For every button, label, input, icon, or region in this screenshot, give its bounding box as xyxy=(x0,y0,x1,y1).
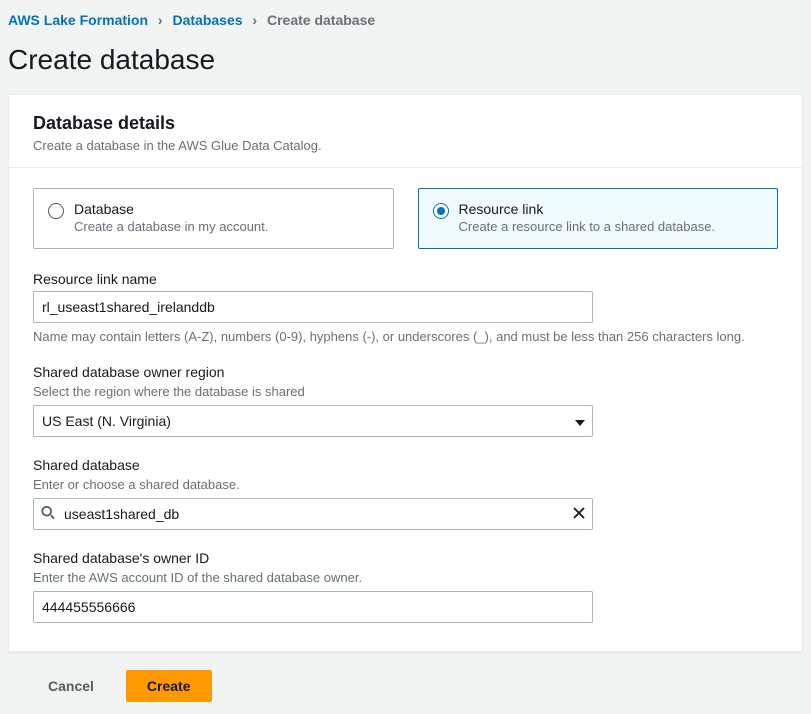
cancel-button[interactable]: Cancel xyxy=(28,670,114,702)
hint-owner-region: Select the region where the database is … xyxy=(33,384,778,399)
field-owner-region: Shared database owner region Select the … xyxy=(33,364,778,437)
label-owner-id: Shared database's owner ID xyxy=(33,550,778,566)
panel-title: Database details xyxy=(33,113,778,134)
label-owner-region: Shared database owner region xyxy=(33,364,778,380)
tile-resource-link[interactable]: Resource link Create a resource link to … xyxy=(418,188,779,249)
field-resource-link-name: Resource link name Name may contain lett… xyxy=(33,271,778,344)
database-details-panel: Database details Create a database in th… xyxy=(8,94,803,652)
tile-database[interactable]: Database Create a database in my account… xyxy=(33,188,394,249)
select-owner-region[interactable]: US East (N. Virginia) xyxy=(33,405,593,437)
tile-resource-link-title: Resource link xyxy=(459,201,716,217)
label-resource-link-name: Resource link name xyxy=(33,271,778,287)
tile-database-title: Database xyxy=(74,201,268,217)
field-owner-id: Shared database's owner ID Enter the AWS… xyxy=(33,550,778,623)
create-button[interactable]: Create xyxy=(126,670,212,702)
page-title: Create database xyxy=(0,36,811,94)
breadcrumb-databases[interactable]: Databases xyxy=(172,12,242,28)
input-owner-id[interactable] xyxy=(33,591,593,623)
radio-icon xyxy=(48,203,64,219)
database-type-tiles: Database Create a database in my account… xyxy=(33,188,778,249)
tile-database-sub: Create a database in my account. xyxy=(74,219,268,234)
radio-icon xyxy=(433,203,449,219)
input-shared-database[interactable] xyxy=(33,498,593,530)
hint-owner-id: Enter the AWS account ID of the shared d… xyxy=(33,570,778,585)
label-shared-database: Shared database xyxy=(33,457,778,473)
tile-resource-link-sub: Create a resource link to a shared datab… xyxy=(459,219,716,234)
chevron-right-icon: › xyxy=(158,12,163,28)
breadcrumb: AWS Lake Formation › Databases › Create … xyxy=(0,0,811,36)
clear-icon[interactable] xyxy=(573,506,585,522)
breadcrumb-root[interactable]: AWS Lake Formation xyxy=(8,12,148,28)
field-shared-database: Shared database Enter or choose a shared… xyxy=(33,457,778,530)
chevron-right-icon: › xyxy=(252,12,257,28)
hint-shared-database: Enter or choose a shared database. xyxy=(33,477,778,492)
panel-body: Database Create a database in my account… xyxy=(9,168,802,651)
breadcrumb-current: Create database xyxy=(267,12,375,28)
panel-header: Database details Create a database in th… xyxy=(9,95,802,168)
search-icon xyxy=(41,506,55,523)
panel-description: Create a database in the AWS Glue Data C… xyxy=(33,138,778,153)
input-resource-link-name[interactable] xyxy=(33,291,593,323)
help-resource-link-name: Name may contain letters (A-Z), numbers … xyxy=(33,329,778,344)
